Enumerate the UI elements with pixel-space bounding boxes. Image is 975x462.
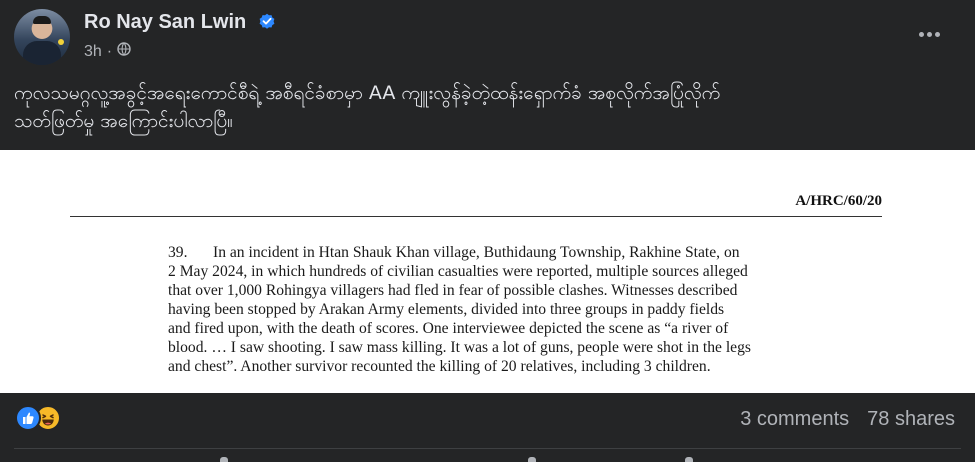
- reactions-bar: 3 comments 78 shares: [0, 393, 975, 443]
- avatar-suit: [23, 41, 61, 65]
- comment-action-icon[interactable]: [528, 457, 536, 462]
- avatar[interactable]: [14, 9, 70, 65]
- author-name-text[interactable]: Ro Nay San Lwin: [84, 11, 246, 33]
- post-text: ကုလသမဂ္ဂလူ့အခွင့်အရေးကောင်စီရဲ့ အစီရင်ခံ…: [14, 79, 964, 135]
- document-line: having been stopped by Arakan Army eleme…: [168, 301, 725, 318]
- document-line: blood. … I saw shooting. I saw mass kill…: [168, 339, 751, 356]
- document-line: 39. In an incident in Htan Shauk Khan vil…: [168, 243, 898, 262]
- post-text-line-2: သတ်ဖြတ်မှု အကြောင်းပါလာပြီ။: [14, 110, 233, 132]
- more-options-icon[interactable]: [917, 26, 941, 42]
- document-line: 2 May 2024, in which hundreds of civilia…: [168, 263, 748, 280]
- avatar-pin: [58, 39, 64, 45]
- engagement-counts: 3 comments 78 shares: [740, 408, 955, 431]
- post-text-line-1: ကုလသမဂ္ဂလူ့အခွင့်အရေးကောင်စီရဲ့ အစီရင်ခံ…: [14, 82, 721, 104]
- reaction-summary[interactable]: [15, 405, 75, 433]
- post-meta: 3h ·: [84, 42, 131, 61]
- document-divider: [70, 216, 882, 217]
- post-time[interactable]: 3h: [84, 43, 102, 61]
- post-header: Ro Nay San Lwin 3h ·: [0, 0, 975, 70]
- document-paragraph: 39. In an incident in Htan Shauk Khan vil…: [168, 243, 898, 376]
- document-line: and fired upon, with the death of scores…: [168, 320, 729, 337]
- comments-count[interactable]: 3 comments: [740, 408, 849, 431]
- shares-count[interactable]: 78 shares: [867, 408, 955, 431]
- verified-badge-icon: [258, 12, 276, 36]
- meta-separator: ·: [106, 42, 113, 60]
- document-line: that over 1,000 Rohingya villagers had f…: [168, 282, 738, 299]
- like-icon: [15, 405, 41, 431]
- globe-icon[interactable]: [117, 42, 131, 61]
- share-action-icon[interactable]: [685, 457, 693, 462]
- document-line-text: In an incident in Htan Shauk Khan villag…: [213, 244, 740, 261]
- document-line: and chest”. Another survivor recounted t…: [168, 358, 711, 375]
- avatar-hair: [33, 16, 51, 24]
- post-image-document[interactable]: A/HRC/60/20 39. In an incident in Htan Sh…: [0, 150, 975, 393]
- paragraph-number: 39.: [168, 244, 188, 261]
- action-bar-divider: [14, 448, 961, 449]
- document-reference: A/HRC/60/20: [795, 193, 882, 209]
- like-action-icon[interactable]: [220, 457, 228, 462]
- author-name[interactable]: Ro Nay San Lwin: [84, 11, 276, 36]
